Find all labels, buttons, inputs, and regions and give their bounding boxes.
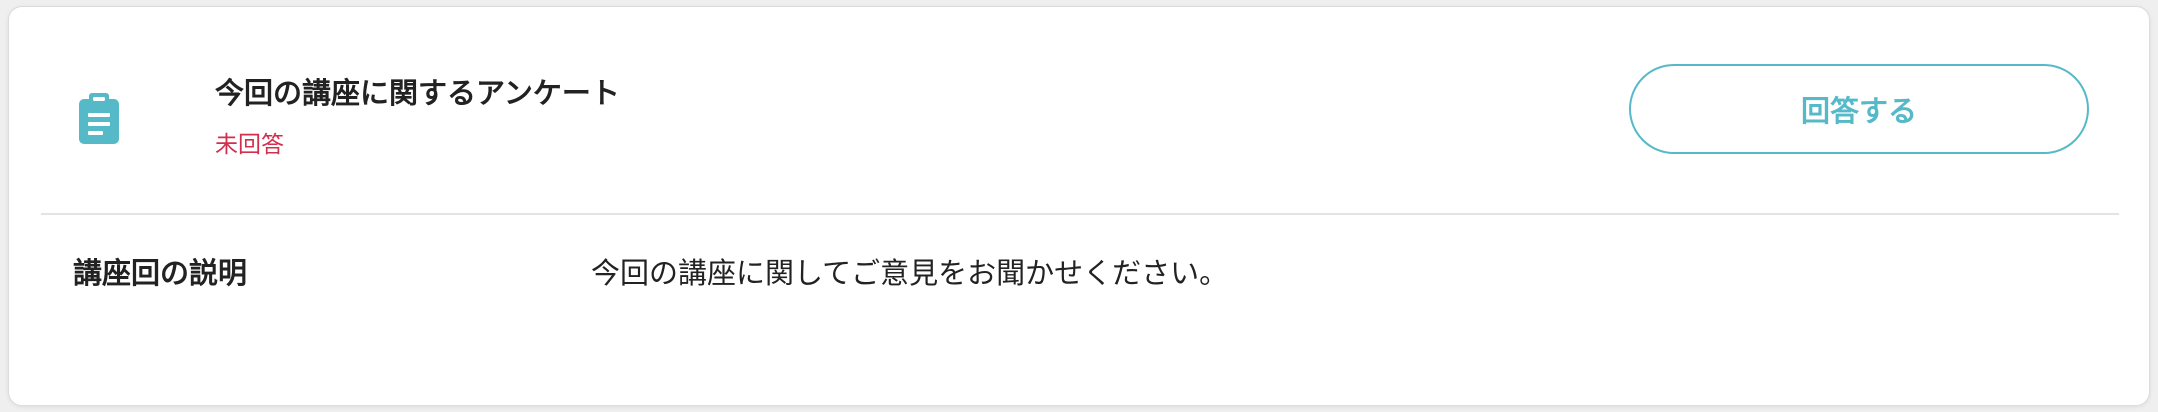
answer-button[interactable]: 回答する: [1629, 64, 2089, 154]
description-text: 今回の講座に関してご意見をお聞かせください。: [591, 256, 1229, 290]
survey-status-badge: 未回答: [215, 132, 284, 158]
description-label: 講座回の説明: [73, 256, 248, 290]
clipboard-icon: [77, 91, 127, 145]
survey-title: 今回の講座に関するアンケート: [215, 76, 620, 110]
survey-card: 今回の講座に関するアンケート 未回答 回答する 講座回の説明 今回の講座に関して…: [8, 6, 2150, 406]
divider: [41, 213, 2119, 215]
survey-header: 今回の講座に関するアンケート 未回答 回答する: [9, 7, 2149, 213]
